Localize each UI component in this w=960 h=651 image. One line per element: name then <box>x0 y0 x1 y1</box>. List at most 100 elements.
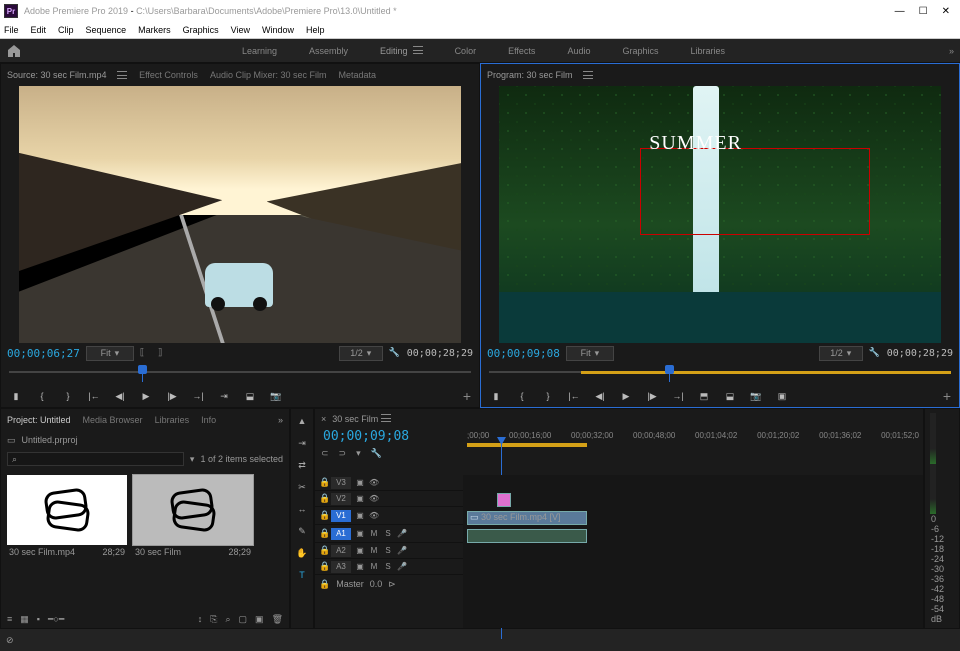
program-wrench-icon[interactable]: 🔧 <box>869 347 881 359</box>
source-bracket-in-icon[interactable]: ⟦ <box>140 347 152 359</box>
tab-info[interactable]: Info <box>201 415 216 425</box>
step-fwd-icon[interactable]: |▶ <box>645 389 659 403</box>
source-bracket-out-icon[interactable]: ⟧ <box>158 347 170 359</box>
workspace-overflow-icon[interactable]: » <box>949 46 954 56</box>
filter-icon[interactable]: ▾ <box>190 454 195 465</box>
toggle-track-icon[interactable]: ▣ <box>355 546 365 555</box>
bin-item[interactable]: 30 sec Film28;29 <box>133 475 253 604</box>
toggle-track-icon[interactable]: ▣ <box>355 562 365 571</box>
source-zoom-dropdown[interactable]: 1/2▾ <box>339 346 383 361</box>
master-value[interactable]: 0.0 <box>370 579 383 589</box>
track-label-v3[interactable]: V3 <box>331 477 351 489</box>
overlay-title-text[interactable]: SUMMER <box>649 132 742 155</box>
new-bin-icon[interactable]: ▢ <box>239 614 248 625</box>
sequence-tab[interactable]: 30 sec Film <box>332 414 391 424</box>
lock-icon[interactable]: 🔒 <box>319 545 327 556</box>
hand-tool-icon[interactable]: ✋ <box>294 545 310 561</box>
snap-icon[interactable]: ⊂ <box>321 448 329 459</box>
workspace-effects[interactable]: Effects <box>504 46 539 56</box>
compare-icon[interactable]: ▣ <box>775 389 789 403</box>
project-search-input[interactable]: ⌕ <box>7 452 184 466</box>
tab-program[interactable]: Program: 30 sec Film <box>487 70 593 80</box>
mute-button[interactable]: M <box>369 546 379 555</box>
workspace-learning[interactable]: Learning <box>238 46 281 56</box>
menu-edit[interactable]: Edit <box>31 25 47 35</box>
selection-tool-icon[interactable]: ▲ <box>294 413 310 429</box>
title-safe-box[interactable] <box>640 148 870 235</box>
sort-icon[interactable]: ↕ <box>198 614 203 624</box>
new-item-icon[interactable]: ▣ <box>255 614 264 625</box>
clip-graphic[interactable] <box>497 493 511 507</box>
source-scrubber[interactable] <box>9 363 471 385</box>
mic-icon[interactable]: 🎤 <box>397 529 407 538</box>
program-add-button[interactable]: + <box>943 388 951 404</box>
play-icon[interactable]: ▶ <box>139 389 153 403</box>
overwrite-icon[interactable]: ⬓ <box>243 389 257 403</box>
link-icon[interactable]: ⊘ <box>6 635 14 646</box>
program-monitor[interactable]: SUMMER <box>499 86 941 343</box>
zoom-slider[interactable]: ━○━ <box>48 614 64 625</box>
workspace-editing[interactable]: Editing <box>376 46 427 56</box>
home-icon[interactable] <box>6 43 22 59</box>
track-label-v1[interactable]: V1 <box>331 510 351 522</box>
bin-item[interactable]: 30 sec Film.mp428;29 <box>7 475 127 604</box>
mark-in-icon[interactable]: { <box>515 389 529 403</box>
tab-effect-controls[interactable]: Effect Controls <box>139 70 198 80</box>
workspace-menu-icon[interactable] <box>413 46 423 54</box>
work-area-bar[interactable] <box>467 443 587 447</box>
source-tc-in[interactable]: 00;00;06;27 <box>7 347 80 360</box>
tab-audio-clip-mixer[interactable]: Audio Clip Mixer: 30 sec Film <box>210 70 327 80</box>
ripple-edit-tool-icon[interactable]: ⇄ <box>294 457 310 473</box>
lock-icon[interactable]: 🔒 <box>319 561 327 572</box>
goto-out-icon[interactable]: →| <box>671 389 685 403</box>
expand-icon[interactable]: ⊳ <box>388 579 396 590</box>
program-fit-dropdown[interactable]: Fit▾ <box>566 346 614 361</box>
close-button[interactable]: ✕ <box>942 6 950 17</box>
type-tool-icon[interactable]: T <box>294 567 310 583</box>
timeline-timecode[interactable]: 00;00;09;08 <box>323 429 463 444</box>
solo-button[interactable]: S <box>383 562 393 571</box>
solo-button[interactable]: S <box>383 546 393 555</box>
workspace-color[interactable]: Color <box>451 46 481 56</box>
tab-metadata[interactable]: Metadata <box>338 70 376 80</box>
play-icon[interactable]: ▶ <box>619 389 633 403</box>
automate-icon[interactable]: ⎘ <box>210 614 217 625</box>
clip-audio[interactable] <box>467 529 587 543</box>
panel-overflow-icon[interactable]: » <box>278 415 283 425</box>
bin-thumbnail[interactable] <box>7 475 127 545</box>
goto-in-icon[interactable]: |← <box>87 389 101 403</box>
lock-icon[interactable]: 🔒 <box>319 528 327 539</box>
lock-icon[interactable]: 🔒 <box>319 579 330 590</box>
panel-menu-icon[interactable] <box>583 71 593 79</box>
mute-button[interactable]: M <box>369 529 379 538</box>
bin-thumbnail[interactable] <box>133 475 253 545</box>
toggle-track-icon[interactable]: ▣ <box>355 529 365 538</box>
workspace-assembly[interactable]: Assembly <box>305 46 352 56</box>
step-back-icon[interactable]: ◀| <box>593 389 607 403</box>
clip-video[interactable]: ▭ 30 sec Film.mp4 [V] <box>467 511 587 525</box>
track-select-tool-icon[interactable]: ⇥ <box>294 435 310 451</box>
marker-icon[interactable]: ▮ <box>9 389 23 403</box>
source-monitor[interactable] <box>19 86 461 343</box>
menu-file[interactable]: File <box>4 25 19 35</box>
icon-view-icon[interactable]: ▦ <box>20 614 29 625</box>
minimize-button[interactable]: — <box>895 6 905 17</box>
link-icon[interactable]: ⊃ <box>339 448 347 459</box>
marker-icon[interactable]: ▮ <box>489 389 503 403</box>
export-frame-icon[interactable]: 📷 <box>749 389 763 403</box>
tab-project[interactable]: Project: Untitled <box>7 415 71 425</box>
timeline-tracks[interactable]: ▭ 30 sec Film.mp4 [V] <box>463 475 923 628</box>
menu-view[interactable]: View <box>231 25 250 35</box>
menu-clip[interactable]: Clip <box>58 25 74 35</box>
menu-help[interactable]: Help <box>306 25 325 35</box>
trash-icon[interactable]: 🗑 <box>272 614 283 625</box>
workspace-libraries[interactable]: Libraries <box>686 46 729 56</box>
close-tab-icon[interactable]: × <box>321 414 326 424</box>
freeform-view-icon[interactable]: ▪ <box>37 614 40 624</box>
source-wrench-icon[interactable]: 🔧 <box>389 347 401 359</box>
pen-tool-icon[interactable]: ✎ <box>294 523 310 539</box>
mark-in-icon[interactable]: { <box>35 389 49 403</box>
solo-button[interactable]: S <box>383 529 393 538</box>
step-fwd-icon[interactable]: |▶ <box>165 389 179 403</box>
source-add-button[interactable]: + <box>463 388 471 404</box>
